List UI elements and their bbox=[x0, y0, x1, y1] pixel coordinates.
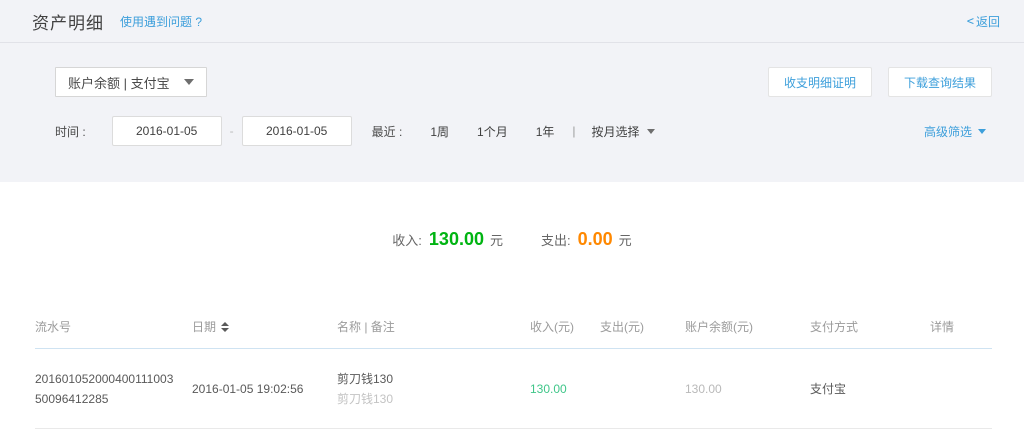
toolbar-row: 账户余额 | 支付宝 收支明细证明 下载查询结果 bbox=[0, 67, 1024, 97]
header-expense: 支出(元) bbox=[600, 318, 685, 335]
range-1-month[interactable]: 1个月 bbox=[477, 123, 508, 140]
account-type-value: 账户余额 | 支付宝 bbox=[68, 73, 170, 92]
summary-totals: 收入: 130.00 元 支出: 0.00 元 bbox=[0, 182, 1024, 250]
expense-unit: 元 bbox=[619, 230, 632, 249]
asset-details-page: 资产明细 使用遇到问题 ? <返回 账户余额 | 支付宝 收支明细证明 下载查询… bbox=[0, 0, 1024, 443]
header-detail: 详情 bbox=[930, 318, 992, 335]
cell-name-remark: 剪刀钱130 剪刀钱130 bbox=[337, 369, 530, 409]
account-type-dropdown[interactable]: 账户余额 | 支付宝 bbox=[55, 67, 207, 97]
transaction-remark: 剪刀钱130 bbox=[337, 389, 530, 409]
header-name-remark: 名称 | 备注 bbox=[337, 318, 530, 335]
table-header-row: 流水号 日期 名称 | 备注 收入(元) 支出(元) 账户余额(元) 支付方式 … bbox=[35, 305, 992, 349]
header-serial: 流水号 bbox=[35, 318, 192, 335]
range-1-year[interactable]: 1年 bbox=[536, 123, 555, 140]
toolbar-buttons: 收支明细证明 下载查询结果 bbox=[768, 67, 992, 97]
page-header: 资产明细 使用遇到问题 ? <返回 bbox=[0, 0, 1024, 43]
cell-payment: 支付宝 bbox=[810, 379, 930, 399]
results-area: 收入: 130.00 元 支出: 0.00 元 流水号 日期 名称 | 备注 收… bbox=[0, 182, 1024, 429]
expense-total: 0.00 bbox=[578, 229, 613, 250]
back-link[interactable]: <返回 bbox=[967, 13, 1000, 30]
time-filter-row: 时间 : - 最近 : 1周 1个月 1年 | 按月选择 高级筛选 bbox=[0, 116, 1024, 146]
header-date-sort[interactable]: 日期 bbox=[192, 318, 337, 335]
expense-label: 支出: bbox=[541, 230, 571, 249]
time-label: 时间 : bbox=[55, 123, 86, 140]
month-select-label: 按月选择 bbox=[592, 123, 640, 140]
cell-income: 130.00 bbox=[530, 379, 600, 399]
income-label: 收入: bbox=[392, 230, 422, 249]
chevron-left-icon: < bbox=[967, 14, 974, 28]
caret-down-icon bbox=[184, 79, 194, 85]
sort-icon bbox=[221, 322, 229, 332]
header-balance: 账户余额(元) bbox=[685, 318, 810, 335]
header-income: 收入(元) bbox=[530, 318, 600, 335]
recent-label: 最近 : bbox=[372, 123, 403, 140]
cell-balance: 130.00 bbox=[685, 379, 810, 399]
serial-line-1: 201601052000400111003 bbox=[35, 369, 192, 389]
caret-down-icon bbox=[978, 129, 986, 134]
table-row: 201601052000400111003 50096412285 2016-0… bbox=[35, 349, 992, 429]
cell-datetime: 2016-01-05 19:02:56 bbox=[192, 379, 337, 399]
advanced-filter-dropdown[interactable]: 高级筛选 bbox=[924, 123, 986, 140]
cell-serial: 201601052000400111003 50096412285 bbox=[35, 369, 192, 409]
back-label: 返回 bbox=[976, 13, 1000, 30]
advanced-filter-label: 高级筛选 bbox=[924, 123, 972, 140]
transaction-name: 剪刀钱130 bbox=[337, 369, 530, 389]
vertical-divider: | bbox=[572, 124, 575, 138]
header-date-label: 日期 bbox=[192, 318, 216, 335]
transactions-table: 流水号 日期 名称 | 备注 收入(元) 支出(元) 账户余额(元) 支付方式 … bbox=[35, 305, 992, 429]
serial-line-2: 50096412285 bbox=[35, 389, 192, 409]
month-select-dropdown[interactable]: 按月选择 bbox=[592, 123, 655, 140]
download-results-button[interactable]: 下载查询结果 bbox=[888, 67, 992, 97]
filter-panel: 资产明细 使用遇到问题 ? <返回 账户余额 | 支付宝 收支明细证明 下载查询… bbox=[0, 0, 1024, 182]
range-1-week[interactable]: 1周 bbox=[430, 123, 449, 140]
date-from-input[interactable] bbox=[112, 116, 222, 146]
date-to-input[interactable] bbox=[242, 116, 352, 146]
page-title: 资产明细 bbox=[32, 9, 104, 34]
header-payment: 支付方式 bbox=[810, 318, 930, 335]
caret-down-icon bbox=[647, 129, 655, 134]
income-total: 130.00 bbox=[429, 229, 484, 250]
income-unit: 元 bbox=[490, 230, 503, 249]
statement-proof-button[interactable]: 收支明细证明 bbox=[768, 67, 872, 97]
date-range-separator: - bbox=[230, 124, 234, 138]
help-link[interactable]: 使用遇到问题 ? bbox=[120, 13, 202, 30]
